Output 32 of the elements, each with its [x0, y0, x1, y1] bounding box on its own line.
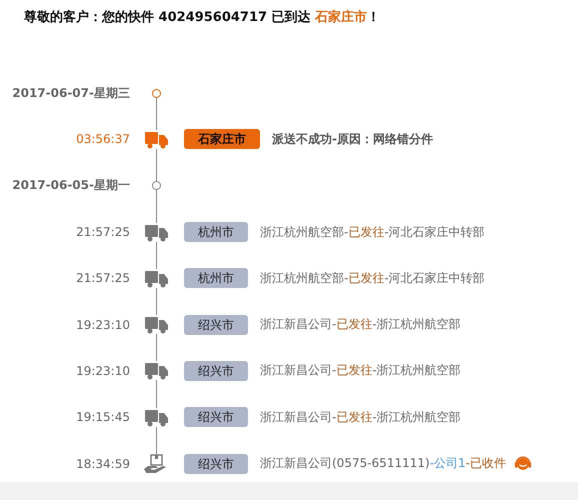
event-time: 18:34:59 [75, 456, 130, 471]
headset-icon[interactable] [514, 454, 532, 473]
event-time: 19:15:45 [75, 410, 130, 424]
city-tag: 杭州市 [184, 268, 248, 288]
event-time: 19:23:10 [75, 364, 130, 378]
truck-icon [144, 130, 168, 149]
truck-icon [144, 408, 168, 427]
truck-icon [144, 361, 168, 380]
event-description: 浙江新昌公司-已发往-浙江杭州航空部 [260, 316, 461, 334]
event-time: 03:56:37 [75, 132, 130, 146]
event-time: 21:57:25 [75, 225, 130, 240]
event-description: 浙江新昌公司-已发往-浙江杭州航空部 [260, 408, 461, 426]
date-label: 2017-06-05-星期一 [11, 177, 130, 194]
truck-icon [144, 268, 168, 288]
company-link[interactable]: -公司1 [430, 456, 466, 470]
truck-icon [144, 222, 168, 242]
city-tag: 绍兴市 [184, 360, 248, 381]
city-tag: 绍兴市 [184, 314, 248, 335]
event-description: 浙江杭州航空部-已发往-河北石家庄中转部 [260, 270, 485, 287]
event-description: 浙江新昌公司-已发往-浙江杭州航空部 [260, 362, 461, 380]
event-description: 浙江杭州航空部-已发往-河北石家庄中转部 [260, 224, 485, 241]
event-time: 21:57:25 [75, 271, 130, 286]
event-description: 浙江新昌公司(0575-6511111)-公司1-已收件 [260, 455, 506, 472]
event-description: 派送不成功-原因：网络错分件 [272, 130, 433, 148]
event-time: 19:23:10 [75, 318, 130, 332]
truck-icon [144, 315, 168, 334]
city-tag: 绍兴市 [184, 407, 248, 428]
date-label: 2017-06-07-星期三 [11, 84, 130, 102]
city-tag: 石家庄市 [184, 129, 260, 150]
city-tag: 绍兴市 [184, 454, 248, 474]
city-tag: 杭州市 [184, 222, 248, 242]
heading: 尊敬的客户：您的快件 402495604717 已到达 石家庄市！ [24, 8, 382, 27]
